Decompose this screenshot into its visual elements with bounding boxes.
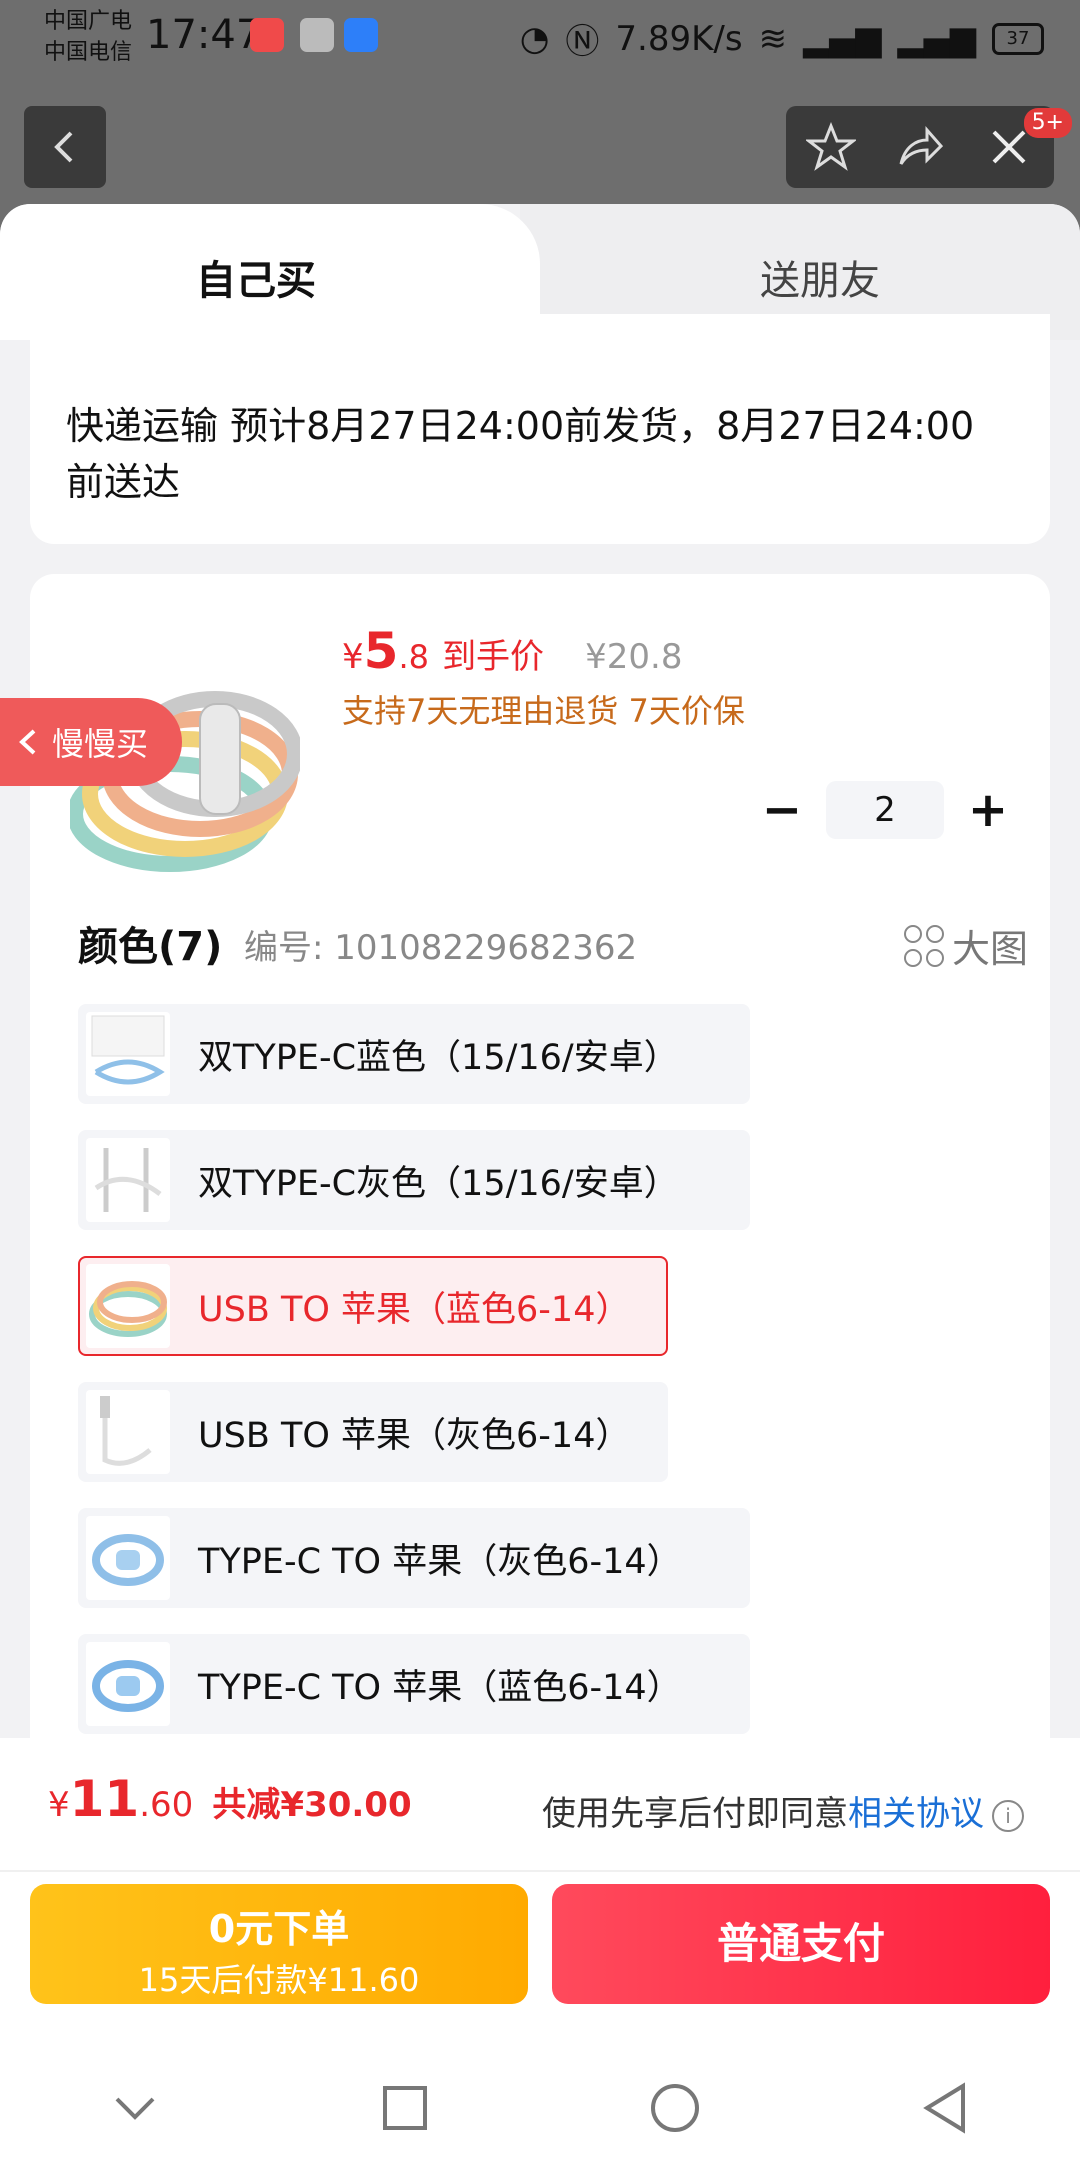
increase-button[interactable]: + xyxy=(956,780,1020,840)
shipping-info: 快递运输 预计8月27日24:00前发货，8月27日24:00前送达 xyxy=(66,404,975,504)
option-item[interactable]: TYPE-C TO 苹果（蓝色6-14） xyxy=(78,1634,750,1734)
slow-buy-tab[interactable]: 慢慢买 xyxy=(0,698,182,786)
big-image-label: 大图 xyxy=(951,927,1028,971)
system-nav-bar xyxy=(0,2056,1080,2160)
big-image-button[interactable]: 大图 xyxy=(903,918,1028,973)
battery-icon: 37 xyxy=(992,22,1044,55)
speedometer-icon: ◔ xyxy=(519,18,550,59)
chevron-down-icon xyxy=(115,2097,155,2120)
slow-buy-label: 慢慢买 xyxy=(52,725,149,763)
triangle-back-icon xyxy=(923,2082,965,2134)
tab-self-label: 自己买 xyxy=(196,258,316,304)
price-decimal: .8 xyxy=(398,638,429,676)
agreement-link[interactable]: 相关协议 xyxy=(848,1794,984,1834)
option-item[interactable]: 双TYPE-C灰色（15/16/安卓） xyxy=(78,1130,750,1230)
nav-down-button[interactable] xyxy=(105,2078,165,2138)
shield-app-icon xyxy=(344,18,378,52)
option-label: USB TO 苹果（灰色6-14） xyxy=(198,1415,631,1456)
star-icon[interactable] xyxy=(805,122,856,172)
total-price: ¥11.60 共减¥30.00 xyxy=(48,1770,412,1828)
price-integer: 5 xyxy=(363,622,399,680)
price-label: 到手价 xyxy=(442,637,545,677)
option-thumbnail xyxy=(86,1138,170,1222)
share-icon[interactable] xyxy=(895,122,945,172)
shipping-card: 快递运输 预计8月27日24:00前发货，8月27日24:00前送达 xyxy=(30,314,1050,544)
wifi-icon: ≋ xyxy=(758,18,788,59)
agreement-text: 使用先享后付即同意相关协议 i xyxy=(542,1786,1024,1835)
price-yen: ¥ xyxy=(342,637,364,677)
option-label: 双TYPE-C灰色（15/16/安卓） xyxy=(198,1163,679,1204)
option-label: TYPE-C TO 苹果（灰色6-14） xyxy=(198,1541,682,1582)
option-item[interactable]: TYPE-C TO 苹果（灰色6-14） xyxy=(78,1508,750,1608)
square-icon xyxy=(383,2086,427,2130)
price-line: ¥5.8 到手价 ¥20.8 xyxy=(342,622,683,680)
option-thumbnail xyxy=(86,1012,170,1096)
option-item[interactable]: USB TO 苹果（灰色6-14） xyxy=(78,1382,668,1482)
pay-later-button[interactable]: 0元下单 15天后付款¥11.60 xyxy=(30,1884,528,2004)
chevron-left-icon xyxy=(19,729,36,755)
nav-recents-button[interactable] xyxy=(375,2078,435,2138)
option-thumbnail xyxy=(86,1642,170,1726)
pay-later-subtitle: 15天后付款¥11.60 xyxy=(138,1961,420,1999)
net-speed: 7.89K/s xyxy=(615,18,743,59)
option-thumbnail xyxy=(86,1390,170,1474)
status-right: ◔ Ⓝ 7.89K/s ≋ ▂▄▆ ▂▄▆ 37 xyxy=(520,14,1044,63)
carrier-2: 中国电信 xyxy=(44,40,133,65)
normal-pay-button[interactable]: 普通支付 xyxy=(552,1884,1050,2004)
pay-later-title: 0元下单 xyxy=(208,1907,350,1951)
huawei-app-icon xyxy=(250,18,284,52)
tab-gift-label: 送朋友 xyxy=(760,258,880,304)
nav-back-button[interactable] xyxy=(915,2078,975,2138)
total-integer: 11 xyxy=(69,1770,140,1828)
circle-icon xyxy=(651,2084,699,2132)
original-price: ¥20.8 xyxy=(585,637,683,677)
back-button[interactable] xyxy=(24,106,106,188)
option-thumbnail xyxy=(86,1516,170,1600)
nfc-icon: Ⓝ xyxy=(565,22,600,62)
agreement-prefix: 使用先享后付即同意 xyxy=(542,1794,848,1834)
divider xyxy=(0,1870,1080,1872)
signal-icon-2: ▂▄▆ xyxy=(897,18,976,59)
option-label: USB TO 苹果（蓝色6-14） xyxy=(198,1289,631,1330)
total-yen: ¥ xyxy=(48,1785,70,1825)
carrier-info: 中国广电 中国电信 xyxy=(44,6,132,68)
chevron-left-icon xyxy=(54,131,73,163)
total-saved: 共减¥30.00 xyxy=(212,1785,412,1825)
quantity-stepper: − 2 + xyxy=(750,780,1030,840)
info-icon[interactable]: i xyxy=(992,1799,1024,1832)
option-label: 双TYPE-C蓝色（15/16/安卓） xyxy=(198,1037,679,1078)
nav-home-button[interactable] xyxy=(645,2078,705,2138)
guarantee-text: 支持7天无理由退货 7天价保 xyxy=(342,692,745,730)
status-bar: 中国广电 中国电信 17:47 ◔ Ⓝ 7.89K/s ≋ ▂▄▆ ▂▄▆ 37 xyxy=(0,0,1080,72)
option-item-selected[interactable]: USB TO 苹果（蓝色6-14） xyxy=(78,1256,668,1356)
options-title: 颜色(7) xyxy=(78,924,223,970)
total-decimal: .60 xyxy=(139,1785,194,1825)
signal-icon-1: ▂▄▆ xyxy=(803,18,882,59)
option-label: TYPE-C TO 苹果（蓝色6-14） xyxy=(198,1667,682,1708)
grid-icon xyxy=(903,924,944,967)
product-code: 编号: 10108229682362 xyxy=(244,928,638,968)
doc-app-icon xyxy=(300,18,334,52)
top-actions xyxy=(786,106,1054,188)
decrease-button[interactable]: − xyxy=(750,780,814,840)
clock: 17:47 xyxy=(146,12,262,58)
option-item[interactable]: 双TYPE-C蓝色（15/16/安卓） xyxy=(78,1004,750,1104)
option-thumbnail xyxy=(86,1264,170,1348)
quantity-input[interactable]: 2 xyxy=(826,781,944,839)
carrier-1: 中国广电 xyxy=(44,9,133,34)
notification-badge: 5+ xyxy=(1023,108,1072,138)
options-header: 颜色(7) 编号: 10108229682362 大图 xyxy=(78,914,1028,974)
